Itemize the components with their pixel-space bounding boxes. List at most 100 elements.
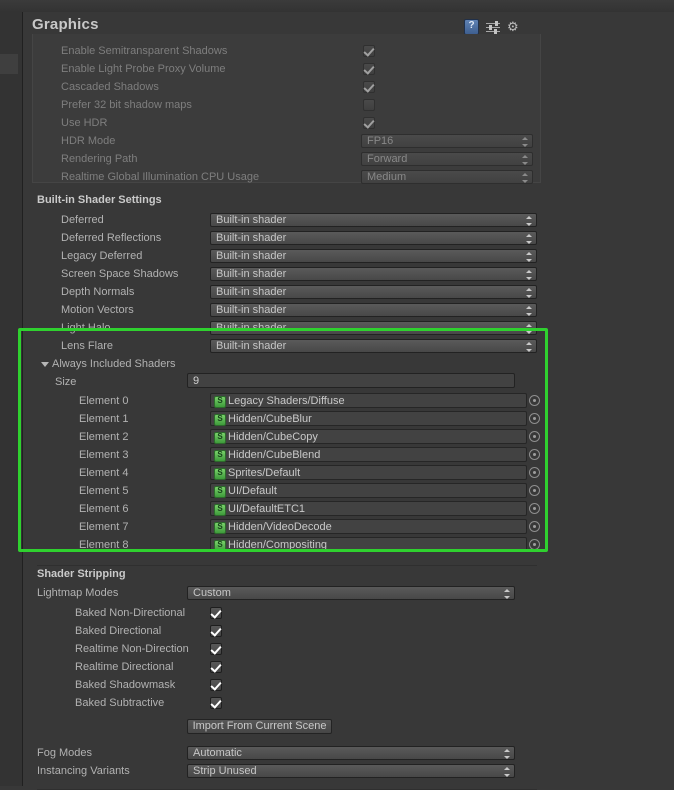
tier-dropdown-7[interactable]: Medium [361, 170, 533, 184]
lightmap-option-checkbox-0[interactable] [210, 607, 222, 619]
chevron-updown-icon [525, 306, 532, 316]
object-picker-icon-7[interactable] [529, 521, 540, 532]
tier-dropdown-value-7: Medium [367, 171, 407, 183]
instancing-variants-dropdown[interactable]: Strip Unused [187, 764, 515, 778]
element-object-field-1[interactable]: Hidden/CubeBlur [210, 411, 527, 426]
element-object-field-5[interactable]: UI/Default [210, 483, 527, 498]
element-label-5: Element 5 [79, 485, 129, 497]
lightmap-modes-dropdown[interactable]: Custom [187, 586, 515, 600]
lightmap-option-checkbox-2[interactable] [210, 643, 222, 655]
lightmap-option-label-0: Baked Non-Directional [75, 607, 186, 619]
chevron-updown-icon [521, 173, 528, 183]
shader-icon [214, 540, 226, 552]
element-label-7: Element 7 [79, 521, 129, 533]
builtin-shader-settings-header: Built-in Shader Settings [37, 194, 162, 206]
tier-label-6: Rendering Path [61, 153, 138, 165]
chevron-updown-icon [525, 216, 532, 226]
element-label-4: Element 4 [79, 467, 129, 479]
tier-checkbox-3[interactable] [363, 99, 375, 111]
chevron-updown-icon [521, 137, 528, 147]
tier-dropdown-6[interactable]: Forward [361, 152, 533, 166]
shader-icon [214, 486, 226, 498]
builtin-shader-dropdown-7[interactable]: Built-in shader [210, 339, 537, 353]
element-object-field-6[interactable]: UI/DefaultETC1 [210, 501, 527, 516]
element-value-8: Hidden/Compositing [228, 539, 328, 551]
left-rail-chip[interactable] [0, 54, 18, 74]
builtin-shader-dropdown-0[interactable]: Built-in shader [210, 213, 537, 227]
help-icon[interactable] [464, 19, 479, 35]
fog-modes-dropdown[interactable]: Automatic [187, 746, 515, 760]
builtin-shader-dropdown-6[interactable]: Built-in shader [210, 321, 537, 335]
object-picker-icon-2[interactable] [529, 431, 540, 442]
tier-checkbox-2[interactable] [363, 81, 375, 93]
lightmap-option-checkbox-3[interactable] [210, 661, 222, 673]
builtin-shader-dropdown-4[interactable]: Built-in shader [210, 285, 537, 299]
preset-icon[interactable] [486, 20, 500, 34]
element-object-field-3[interactable]: Hidden/CubeBlend [210, 447, 527, 462]
element-label-8: Element 8 [79, 539, 129, 551]
builtin-shader-value-6: Built-in shader [216, 322, 287, 334]
tier-label-1: Enable Light Probe Proxy Volume [61, 63, 226, 75]
gear-icon[interactable]: ⚙ [507, 20, 522, 34]
object-picker-icon-5[interactable] [529, 485, 540, 496]
element-label-1: Element 1 [79, 413, 129, 425]
size-input[interactable]: 9 [187, 373, 515, 388]
chevron-updown-icon [525, 288, 532, 298]
tier-checkbox-4[interactable] [363, 117, 375, 129]
lightmap-option-label-3: Realtime Directional [75, 661, 174, 673]
object-picker-icon-8[interactable] [529, 539, 540, 550]
builtin-label-7: Lens Flare [61, 340, 113, 352]
object-picker-icon-1[interactable] [529, 413, 540, 424]
object-picker-icon-3[interactable] [529, 449, 540, 460]
object-picker-icon-0[interactable] [529, 395, 540, 406]
element-value-1: Hidden/CubeBlur [228, 413, 312, 425]
tier-label-0: Enable Semitransparent Shadows [61, 45, 228, 57]
tier-dropdown-5[interactable]: FP16 [361, 134, 533, 148]
element-object-field-0[interactable]: Legacy Shaders/Diffuse [210, 393, 527, 408]
shader-icon [214, 432, 226, 444]
lightmap-option-checkbox-4[interactable] [210, 679, 222, 691]
builtin-label-5: Motion Vectors [61, 304, 134, 316]
builtin-shader-value-3: Built-in shader [216, 268, 287, 280]
element-value-4: Sprites/Default [228, 467, 301, 479]
lightmap-modes-label: Lightmap Modes [37, 587, 119, 599]
panel-frame-right [540, 34, 541, 182]
inspector-toolbar: ⚙ [464, 19, 522, 35]
builtin-shader-dropdown-2[interactable]: Built-in shader [210, 249, 537, 263]
import-from-current-scene-button[interactable]: Import From Current Scene [187, 719, 332, 734]
fog-modes-value: Automatic [193, 747, 242, 759]
tier-checkbox-1[interactable] [363, 63, 375, 75]
tier-label-4: Use HDR [61, 117, 108, 129]
builtin-shader-dropdown-1[interactable]: Built-in shader [210, 231, 537, 245]
chevron-updown-icon [525, 324, 532, 334]
element-value-7: Hidden/VideoDecode [228, 521, 332, 533]
builtin-shader-value-1: Built-in shader [216, 232, 287, 244]
lightmap-option-label-4: Baked Shadowmask [75, 679, 176, 691]
chevron-updown-icon [525, 342, 532, 352]
lightmap-option-checkbox-1[interactable] [210, 625, 222, 637]
lightmap-modes-value: Custom [193, 587, 231, 599]
chevron-updown-icon [521, 155, 528, 165]
fog-modes-label: Fog Modes [37, 747, 93, 759]
object-picker-icon-4[interactable] [529, 467, 540, 478]
lightmap-option-checkbox-5[interactable] [210, 697, 222, 709]
element-value-2: Hidden/CubeCopy [228, 431, 318, 443]
always-included-foldout-icon[interactable] [41, 362, 49, 367]
builtin-label-3: Screen Space Shadows [61, 268, 179, 280]
builtin-shader-dropdown-5[interactable]: Built-in shader [210, 303, 537, 317]
tier-checkbox-0[interactable] [363, 45, 375, 57]
always-included-shaders-header[interactable]: Always Included Shaders [52, 355, 176, 373]
element-object-field-2[interactable]: Hidden/CubeCopy [210, 429, 527, 444]
size-label: Size [55, 376, 77, 388]
left-rail [0, 12, 23, 786]
shader-icon [214, 414, 226, 426]
element-label-2: Element 2 [79, 431, 129, 443]
element-object-field-7[interactable]: Hidden/VideoDecode [210, 519, 527, 534]
element-object-field-4[interactable]: Sprites/Default [210, 465, 527, 480]
builtin-shader-value-0: Built-in shader [216, 214, 287, 226]
builtin-shader-dropdown-3[interactable]: Built-in shader [210, 267, 537, 281]
page-title: Graphics [32, 16, 99, 33]
object-picker-icon-6[interactable] [529, 503, 540, 514]
element-object-field-8[interactable]: Hidden/Compositing [210, 537, 527, 552]
builtin-label-4: Depth Normals [61, 286, 135, 298]
